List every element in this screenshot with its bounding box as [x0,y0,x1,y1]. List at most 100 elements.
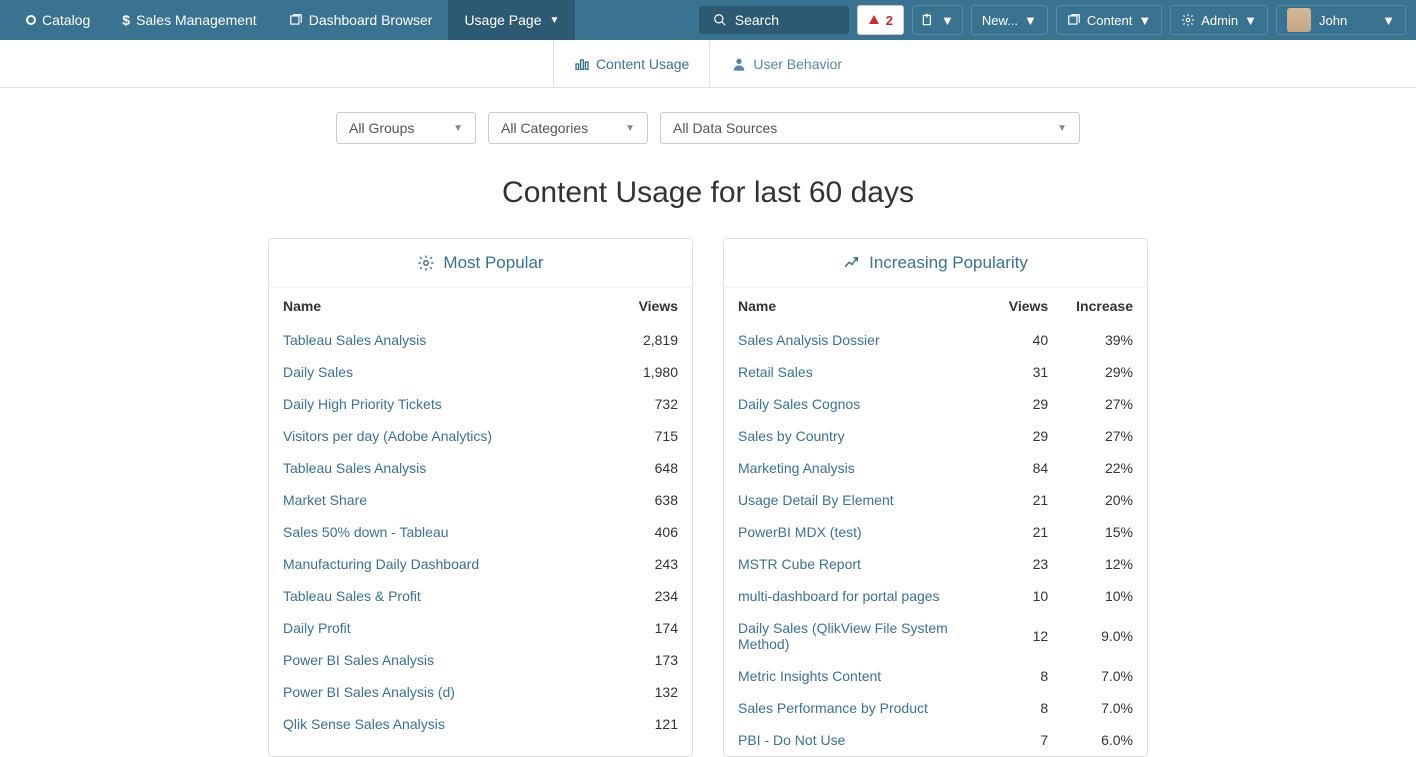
table-row: Qlik Sense Sales Analysis121 [269,708,692,740]
filter-row: All Groups ▼ All Categories ▼ All Data S… [0,88,1416,160]
cell-name: Daily High Priority Tickets [269,388,598,420]
table-row: PowerBI MDX (test)2115% [724,516,1147,548]
table-row: PBI - Do Not Use 76.0% [724,724,1147,756]
content-link[interactable]: Metric Insights Content [738,668,881,684]
filter-data-sources[interactable]: All Data Sources ▼ [660,112,1080,144]
nav-usage-page[interactable]: Usage Page ▼ [448,0,575,40]
table-row: Sales 50% down - Tableau406 [269,516,692,548]
cell-views: 10 [995,580,1062,612]
table-row: Marketing Analysis8422% [724,452,1147,484]
new-button[interactable]: New... ▼ [971,5,1048,35]
content-link[interactable]: Retail Sales [738,364,813,380]
chevron-down-icon: ▼ [550,15,560,26]
table-row: Power BI Sales Analysis (d)132 [269,676,692,708]
content-link[interactable]: Qlik Sense Sales Analysis [283,716,445,732]
nav-sales-label: Sales Management [136,12,257,28]
cell-views: 29 [995,420,1062,452]
content-link[interactable]: Daily Sales Cognos [738,396,860,412]
content-link[interactable]: Daily Profit [283,620,351,636]
alert-count: 2 [886,13,893,28]
tab-content-usage[interactable]: Content Usage [553,40,710,87]
trend-up-icon [843,254,861,272]
content-link[interactable]: Usage Detail By Element [738,492,894,508]
content-link[interactable]: multi-dashboard for portal pages [738,588,940,604]
nav-dashboard-browser[interactable]: Dashboard Browser [273,0,449,40]
table-row: Daily High Priority Tickets732 [269,388,692,420]
content-link[interactable]: Power BI Sales Analysis [283,652,434,668]
search-button[interactable]: Search [699,6,849,34]
cell-views: 174 [598,612,692,644]
cell-views: 234 [598,580,692,612]
new-label: New... [982,13,1018,28]
user-menu-button[interactable]: John ▼ [1276,5,1406,35]
user-name: John [1319,13,1347,28]
cell-views: 1,980 [598,356,692,388]
content-link[interactable]: Sales Analysis Dossier [738,332,880,348]
content-link[interactable]: PowerBI MDX (test) [738,524,862,540]
content-link[interactable]: Sales by Country [738,428,845,444]
bar-chart-icon [574,56,590,72]
content-link[interactable]: Tableau Sales & Profit [283,588,421,604]
cell-name: Sales 50% down - Tableau [269,516,598,548]
cell-name: Daily Sales (QlikView File System Method… [724,612,995,660]
content-link[interactable]: PBI - Do Not Use [738,732,845,748]
col-views: Views [598,288,692,324]
table-row: Power BI Sales Analysis 173 [269,644,692,676]
content-link[interactable]: Daily Sales (QlikView File System Method… [738,620,948,652]
cell-name: Market Share [269,484,598,516]
cell-increase: 9.0% [1062,612,1147,660]
table-row: Tableau Sales Analysis2,819 [269,324,692,356]
table-row: Daily Profit 174 [269,612,692,644]
chevron-down-icon: ▼ [941,13,954,28]
content-link[interactable]: Market Share [283,492,367,508]
cell-name: Power BI Sales Analysis [269,644,598,676]
cell-name: Metric Insights Content [724,660,995,692]
content-link[interactable]: Power BI Sales Analysis (d) [283,684,455,700]
chevron-down-icon: ▼ [453,123,463,134]
nav-catalog[interactable]: Catalog [10,0,106,40]
content-link[interactable]: Tableau Sales Analysis [283,460,426,476]
alerts-button[interactable]: 2 [857,5,904,35]
cell-name: Sales by Country [724,420,995,452]
user-icon [731,56,747,72]
content-link[interactable]: Manufacturing Daily Dashboard [283,556,479,572]
panel-title: Increasing Popularity [869,253,1028,273]
panels-container: Most Popular Name Views Tableau Sales An… [0,238,1416,757]
filter-groups[interactable]: All Groups ▼ [336,112,476,144]
panel-head-popular: Most Popular [269,239,692,288]
chevron-down-icon: ▼ [1382,13,1395,28]
cell-name: Daily Sales Cognos [724,388,995,420]
top-navbar: Catalog $ Sales Management Dashboard Bro… [0,0,1416,40]
cell-increase: 27% [1062,420,1147,452]
cell-increase: 29% [1062,356,1147,388]
admin-button[interactable]: Admin ▼ [1170,5,1268,35]
table-row: Sales Analysis Dossier4039% [724,324,1147,356]
content-link[interactable]: Daily High Priority Tickets [283,396,442,412]
cell-name: PowerBI MDX (test) [724,516,995,548]
cell-views: 21 [995,484,1062,516]
cell-views: 173 [598,644,692,676]
content-button[interactable]: Content ▼ [1056,5,1162,35]
nav-sales-management[interactable]: $ Sales Management [106,0,272,40]
content-link[interactable]: Visitors per day (Adobe Analytics) [283,428,492,444]
cell-increase: 7.0% [1062,660,1147,692]
col-views: Views [995,288,1062,324]
cell-views: 7 [995,724,1062,756]
content-link[interactable]: MSTR Cube Report [738,556,861,572]
cell-name: Usage Detail By Element [724,484,995,516]
export-button[interactable]: ▼ [912,5,963,35]
table-row: Daily Sales Cognos2927% [724,388,1147,420]
content-link[interactable]: Marketing Analysis [738,460,855,476]
panel-title: Most Popular [443,253,543,273]
content-link[interactable]: Daily Sales [283,364,353,380]
filter-categories[interactable]: All Categories ▼ [488,112,648,144]
cell-name: Marketing Analysis [724,452,995,484]
tab-user-behavior[interactable]: User Behavior [710,40,863,87]
increasing-table: Name Views Increase Sales Analysis Dossi… [724,288,1147,756]
cell-name: Qlik Sense Sales Analysis [269,708,598,740]
panel-most-popular: Most Popular Name Views Tableau Sales An… [268,238,693,757]
content-link[interactable]: Sales 50% down - Tableau [283,524,449,540]
cell-name: Tableau Sales Analysis [269,452,598,484]
cell-increase: 6.0% [1062,724,1147,756]
content-link[interactable]: Tableau Sales Analysis [283,332,426,348]
